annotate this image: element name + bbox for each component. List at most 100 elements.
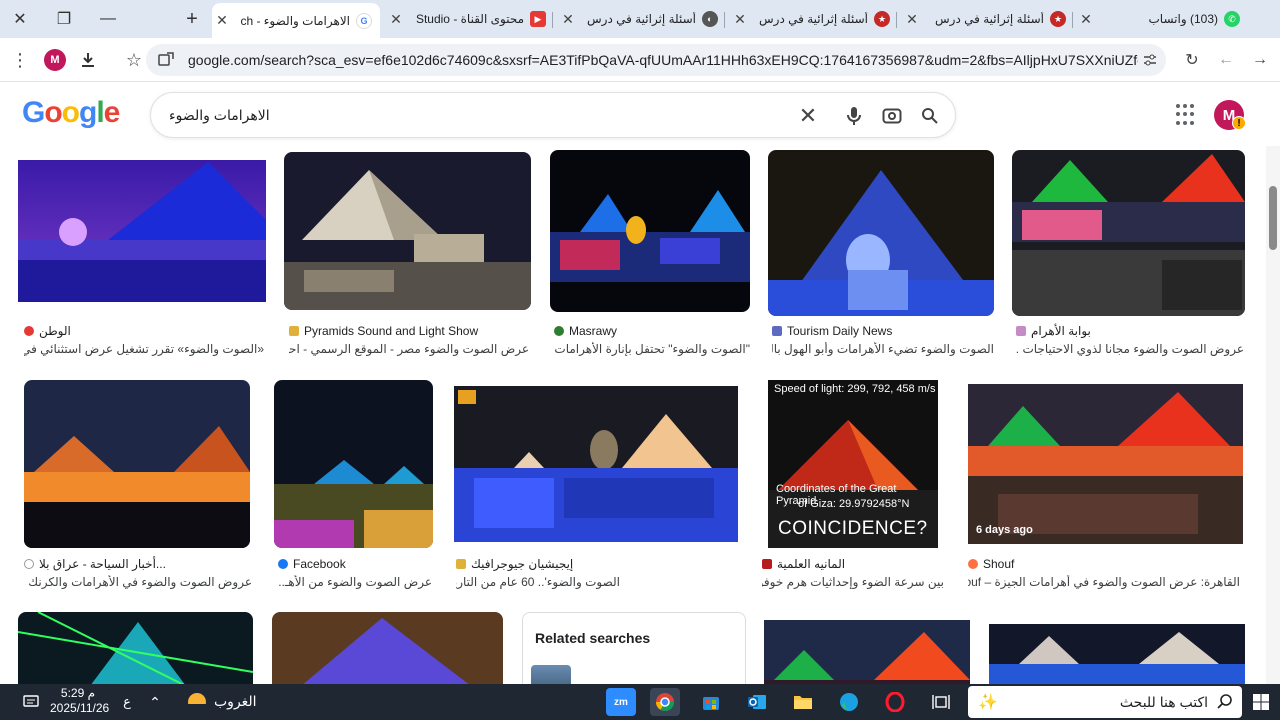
- system-clock[interactable]: 5:29 م 2025/11/26: [50, 686, 110, 716]
- minimize-window-icon[interactable]: —: [88, 0, 128, 38]
- result-source[interactable]: Shouf: [968, 557, 1014, 571]
- logo-letter: e: [103, 96, 121, 129]
- url-text: google.com/search?sca_esv=ef6e102d6c7460…: [188, 52, 1138, 68]
- tab-images-search[interactable]: ✕ الاهرامات والضوء - ch G: [212, 3, 380, 38]
- back-arrow-icon[interactable]: ←: [1212, 46, 1240, 74]
- thumb-overlay-text: COINCIDENCE?: [778, 518, 928, 539]
- source-favicon-icon: [289, 326, 299, 336]
- google-logo[interactable]: Google: [22, 96, 121, 130]
- result-source[interactable]: إيجيشيان جيوجرافيك: [456, 557, 573, 571]
- result-source[interactable]: بوابة الأهرام: [1016, 324, 1091, 338]
- address-bar[interactable]: google.com/search?sca_esv=ef6e102d6c7460…: [146, 44, 1166, 76]
- close-tab-icon[interactable]: ✕: [212, 12, 232, 29]
- related-search-thumb[interactable]: [531, 665, 571, 684]
- notifications-icon[interactable]: [16, 688, 46, 716]
- result-image[interactable]: [284, 152, 531, 310]
- reload-icon[interactable]: ↻: [1178, 46, 1206, 74]
- result-source[interactable]: الوطن: [24, 324, 71, 338]
- result-source[interactable]: Masrawy: [554, 324, 617, 338]
- scrollbar-thumb[interactable]: [1269, 186, 1277, 250]
- bookmark-star-icon[interactable]: ☆: [120, 46, 148, 74]
- close-tab-icon[interactable]: ✕: [902, 11, 922, 28]
- new-tab-button[interactable]: +: [172, 0, 212, 38]
- result-source[interactable]: Pyramids Sound and Light Show: [289, 324, 478, 338]
- restore-window-icon[interactable]: ❐: [44, 0, 84, 38]
- store-app-icon[interactable]: [696, 688, 726, 716]
- download-icon[interactable]: [74, 46, 102, 74]
- mic-icon[interactable]: [841, 103, 867, 129]
- task-view-icon[interactable]: [926, 688, 956, 716]
- result-caption[interactable]: الصوت والضوء تضيء الأهرامات وأبو الهول ب…: [772, 342, 994, 356]
- result-image[interactable]: [1012, 150, 1245, 316]
- result-image[interactable]: [768, 150, 994, 316]
- result-source[interactable]: أخبار السياحة - عراق بلا...: [24, 557, 166, 571]
- clock-date: 2025/11/26: [50, 701, 110, 715]
- browser-profile-avatar[interactable]: M: [44, 49, 66, 71]
- opera-app-icon[interactable]: [880, 688, 910, 716]
- result-image[interactable]: [764, 620, 970, 684]
- source-favicon-icon: [762, 559, 772, 569]
- site-info-icon[interactable]: [152, 46, 180, 74]
- result-image[interactable]: [274, 380, 433, 548]
- forward-arrow-icon[interactable]: →: [1246, 46, 1274, 74]
- result-image[interactable]: [272, 612, 503, 684]
- close-tab-icon[interactable]: ✕: [558, 11, 578, 28]
- result-caption[interactable]: بين سرعة الضوء وإحداثيات هرم خوفو...: [762, 575, 944, 589]
- result-source[interactable]: Facebook: [278, 557, 346, 571]
- camera-lens-icon[interactable]: [879, 103, 905, 129]
- file-explorer-icon[interactable]: [788, 688, 818, 716]
- result-image[interactable]: [454, 386, 738, 542]
- result-image[interactable]: Speed of light: 299, 792, 458 m/s Coordi…: [768, 380, 938, 548]
- close-tab-icon[interactable]: ✕: [730, 11, 750, 28]
- clear-search-icon[interactable]: ✕: [795, 103, 821, 129]
- tab-lesson-questions-3[interactable]: ✕ أسئلة إثرائية في درس ◐: [558, 4, 718, 34]
- search-input[interactable]: الاهرامات والضوء: [169, 107, 270, 124]
- outlook-app-icon[interactable]: [742, 688, 772, 716]
- related-searches-card[interactable]: Related searches: [522, 612, 746, 684]
- sparkle-icon: ✨: [978, 694, 998, 711]
- result-caption[interactable]: الصوت والضوء'.. 60 عام من التاريخ: [456, 575, 620, 589]
- close-tab-icon[interactable]: ✕: [386, 11, 406, 28]
- search-box[interactable]: الاهرامات والضوء ✕: [150, 92, 956, 138]
- weather-label[interactable]: الغروب: [214, 693, 257, 710]
- result-caption[interactable]: عروض الصوت والضوء مجانا لذوي الاحتياجات …: [1016, 342, 1244, 356]
- result-image[interactable]: [989, 624, 1245, 684]
- weather-sun-icon[interactable]: [182, 688, 212, 716]
- close-tab-icon[interactable]: ✕: [1076, 11, 1096, 28]
- tab-lesson-questions-2[interactable]: ✕ أسئلة إثرائية في درس ★: [730, 4, 890, 34]
- result-caption[interactable]: عرض الصوت والضوء من الأهـ...: [278, 575, 432, 589]
- result-source[interactable]: المانيه العلمية: [762, 557, 845, 571]
- source-favicon-icon: [24, 326, 34, 336]
- menu-kebab-icon[interactable]: ⋮: [6, 46, 34, 74]
- edge-app-icon[interactable]: [834, 688, 864, 716]
- chevron-up-icon[interactable]: ⌃: [140, 688, 170, 716]
- tab-lesson-questions-1[interactable]: ✕ أسئلة إثرائية في درس ★: [902, 4, 1066, 34]
- tab-whatsapp[interactable]: ✕ (103) واتساب ✆: [1076, 4, 1240, 34]
- zoom-app-icon[interactable]: zm: [606, 688, 636, 716]
- tab-title: الاهرامات والضوء - ch: [240, 13, 350, 28]
- result-image[interactable]: [24, 380, 250, 548]
- tab-youtube-studio[interactable]: ✕ محتوى القناة - Studio ▶: [386, 4, 546, 34]
- language-indicator[interactable]: ع: [112, 688, 142, 716]
- result-image[interactable]: [18, 612, 253, 684]
- browser-toolbar: ⋮ M ☆ google.com/search?sca_esv=ef6e102d…: [0, 38, 1280, 82]
- result-caption[interactable]: عرض الصوت والضوء مصر - الموقع الرسمي - ا…: [289, 342, 529, 356]
- search-icon[interactable]: [917, 103, 943, 129]
- result-caption[interactable]: "الصوت والضوء" تحتفل بإنارة الأهرامات بـ…: [554, 342, 750, 356]
- tab-title: أسئلة إثرائية في درس: [759, 12, 868, 26]
- logo-letter: g: [79, 96, 97, 129]
- source-favicon-icon: [1016, 326, 1026, 336]
- result-image[interactable]: [18, 160, 266, 302]
- result-caption[interactable]: عروض الصوت والضوء في الأهرامات والكرنك ب…: [24, 575, 252, 589]
- result-caption[interactable]: «الصوت والضوء» تقرر تشغيل عرض استثنائي ف…: [24, 342, 264, 356]
- apps-grid-icon[interactable]: [1176, 104, 1198, 126]
- result-image[interactable]: [550, 150, 750, 312]
- result-caption[interactable]: القاهرة: عرض الصوت والضوء في أهرامات الج…: [968, 575, 1240, 589]
- windows-start-icon[interactable]: [1246, 688, 1276, 716]
- tune-icon[interactable]: [1136, 46, 1164, 74]
- result-image[interactable]: 6 days ago: [968, 384, 1243, 544]
- result-source[interactable]: Tourism Daily News: [772, 324, 892, 338]
- chrome-app-icon[interactable]: [650, 688, 680, 716]
- close-window-icon[interactable]: ✕: [0, 0, 40, 38]
- taskbar-search-box[interactable]: ✨ اكتب هنا للبحث: [968, 686, 1242, 718]
